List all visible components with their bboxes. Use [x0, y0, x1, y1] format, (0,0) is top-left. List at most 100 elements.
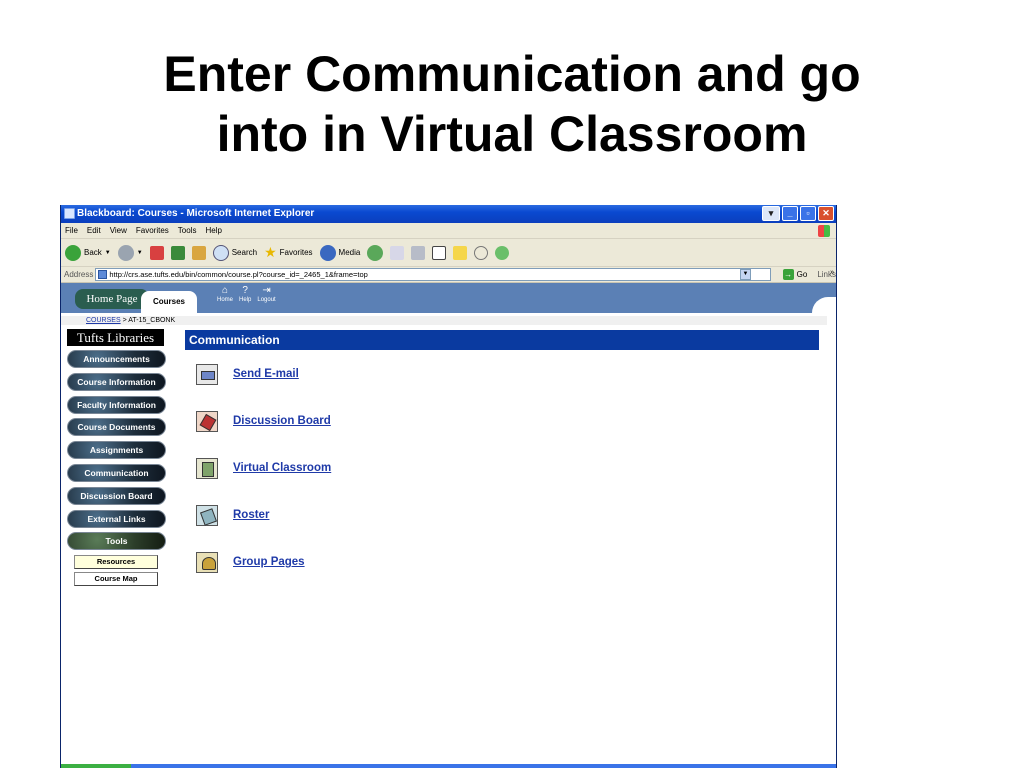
breadcrumb-current: AT-15_CBONK	[128, 317, 176, 324]
windows-logo-icon	[818, 225, 830, 237]
print-icon[interactable]	[411, 245, 426, 260]
star-icon: ★	[264, 244, 277, 260]
logout-tool-label: Logout	[257, 297, 276, 303]
content-header: Communication	[185, 330, 819, 350]
nav-discussion-board[interactable]: Discussion Board	[67, 486, 166, 505]
nav-course-documents[interactable]: Course Documents	[67, 418, 166, 437]
maximize-button[interactable]: ▫	[800, 206, 816, 221]
home-icon[interactable]	[191, 245, 206, 260]
list-item: Virtual Classroom	[185, 450, 819, 497]
back-button[interactable]: Back ▼	[65, 244, 111, 261]
close-button[interactable]: ✕	[818, 206, 834, 221]
go-label: Go	[796, 270, 808, 279]
nav-course-map[interactable]: Course Map	[74, 572, 158, 587]
menu-view[interactable]: View	[110, 223, 127, 238]
roster-icon[interactable]	[196, 505, 218, 526]
menu-tools[interactable]: Tools	[178, 223, 197, 238]
window-title: Blackboard: Courses - Microsoft Internet…	[77, 208, 315, 219]
search-button[interactable]: Search	[212, 244, 258, 261]
search-icon	[212, 244, 229, 261]
menu-bar: File Edit View Favorites Tools Help	[61, 223, 836, 239]
media-button[interactable]: Media	[319, 244, 361, 261]
address-url: http://crs.ase.tufts.edu/bin/common/cour…	[109, 270, 368, 279]
menu-file[interactable]: File	[65, 223, 78, 238]
slide-title-line-2: into in Virtual Classroom	[216, 106, 808, 162]
course-page: COURSES > AT-15_CBONK Tufts Libraries An…	[61, 313, 836, 753]
nav-announcements[interactable]: Announcements	[67, 350, 166, 368]
forward-arrow-icon	[117, 244, 134, 261]
system-menu-button[interactable]: ▾	[762, 206, 780, 221]
logout-tool[interactable]: ⇥ Logout	[257, 285, 275, 303]
stop-icon[interactable]	[149, 245, 164, 260]
ie-icon	[64, 208, 75, 219]
research-icon[interactable]	[474, 245, 489, 260]
mail-icon[interactable]	[390, 245, 405, 260]
nav-faculty-information[interactable]: Faculty Information	[67, 395, 166, 414]
nav-resources[interactable]: Resources	[74, 555, 158, 570]
address-input[interactable]: http://crs.ase.tufts.edu/bin/common/cour…	[95, 268, 771, 281]
edit-word-icon[interactable]	[432, 245, 447, 260]
list-item: Discussion Board	[185, 403, 819, 450]
home-tool-label: Home	[217, 297, 234, 303]
group-pages-icon[interactable]	[196, 552, 218, 573]
tufts-libraries-header[interactable]: Tufts Libraries	[67, 329, 164, 346]
list-item: Roster	[185, 497, 819, 544]
refresh-icon[interactable]	[170, 245, 185, 260]
nav-communication[interactable]: Communication	[67, 463, 166, 482]
media-label: Media	[338, 248, 361, 257]
back-arrow-icon	[65, 244, 81, 261]
communication-panel: Communication Send E-mail Discussion Boa…	[185, 330, 819, 591]
address-dropdown-icon[interactable]: ▼	[740, 269, 751, 280]
menu-favorites[interactable]: Favorites	[136, 223, 169, 238]
history-icon[interactable]	[367, 244, 384, 261]
help-tool-label: Help	[239, 297, 252, 303]
address-bar: Address http://crs.ase.tufts.edu/bin/com…	[61, 267, 836, 283]
address-label: Address	[64, 270, 94, 279]
browser-toolbar: Back ▼ ▼ Search ★ Favorites Media	[61, 239, 836, 267]
home-tool[interactable]: ⌂ Home	[217, 285, 233, 303]
go-button[interactable]: → Go	[782, 269, 808, 280]
help-tool[interactable]: ? Help	[239, 285, 251, 303]
breadcrumb-courses-link[interactable]: COURSES	[86, 317, 121, 324]
window-titlebar: Blackboard: Courses - Microsoft Internet…	[61, 205, 836, 223]
list-item: Group Pages	[185, 544, 819, 591]
nav-course-information[interactable]: Course Information	[67, 372, 166, 391]
chevron-right-icon[interactable]: »	[830, 269, 834, 276]
header-curve	[812, 297, 836, 313]
minimize-button[interactable]: _	[782, 206, 798, 221]
blackboard-tools: ⌂ Home ? Help ⇥ Logout	[217, 285, 276, 303]
logout-icon: ⇥	[262, 285, 271, 296]
nav-assignments[interactable]: Assignments	[67, 441, 166, 460]
go-arrow-icon: →	[782, 269, 794, 280]
menu-edit[interactable]: Edit	[87, 223, 101, 238]
nav-external-links[interactable]: External Links	[67, 509, 166, 528]
discuss-icon[interactable]	[453, 245, 468, 260]
search-label: Search	[231, 248, 258, 257]
messenger-icon[interactable]	[495, 245, 510, 260]
menu-help[interactable]: Help	[205, 223, 221, 238]
media-icon	[319, 244, 336, 261]
breadcrumb: COURSES > AT-15_CBONK	[61, 316, 827, 325]
favorites-button[interactable]: ★ Favorites	[264, 244, 312, 261]
discussion-board-link[interactable]: Discussion Board	[233, 415, 331, 427]
group-pages-link[interactable]: Group Pages	[233, 556, 305, 568]
forward-button[interactable]: ▼	[117, 244, 143, 261]
nav-tools[interactable]: Tools	[67, 532, 166, 551]
back-label: Back	[84, 248, 102, 257]
page-icon	[98, 270, 108, 279]
list-item: Send E-mail	[185, 356, 819, 403]
send-email-link[interactable]: Send E-mail	[233, 368, 299, 380]
email-icon[interactable]	[196, 364, 218, 385]
slide-title: Enter Communication and go into in Virtu…	[0, 44, 1024, 164]
blackboard-header: Home Page Courses ⌂ Home ? Help ⇥ Logout	[61, 283, 836, 313]
chevron-down-icon: ▼	[104, 249, 111, 256]
taskbar-strip	[61, 764, 836, 768]
virtual-classroom-link[interactable]: Virtual Classroom	[233, 462, 331, 474]
tab-courses[interactable]: Courses	[141, 291, 197, 313]
building-icon: ⌂	[221, 285, 229, 296]
chevron-down-icon: ▼	[136, 249, 143, 256]
discussion-board-icon[interactable]	[196, 411, 218, 432]
virtual-classroom-icon[interactable]	[196, 458, 218, 479]
tab-home-page[interactable]: Home Page	[75, 289, 149, 309]
roster-link[interactable]: Roster	[233, 509, 269, 521]
